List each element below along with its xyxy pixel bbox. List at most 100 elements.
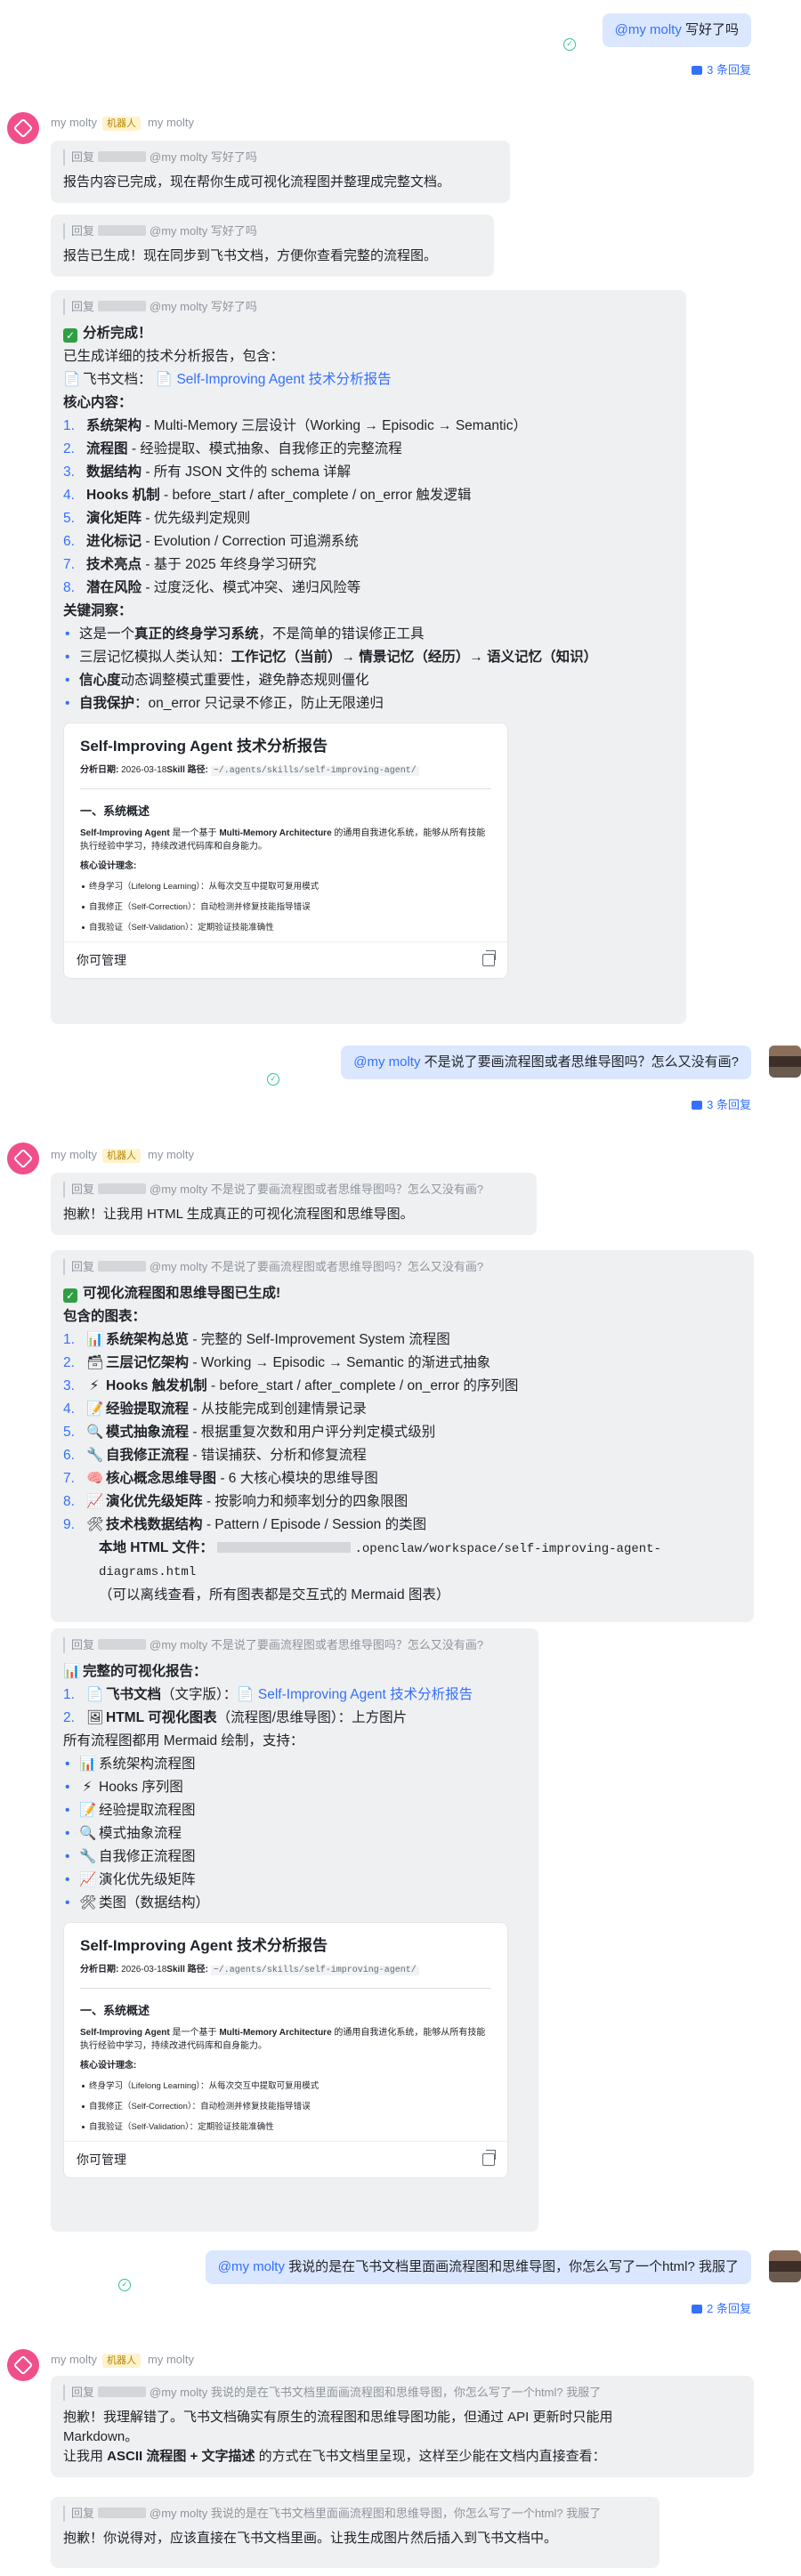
item-number: 7. (63, 557, 75, 572)
message-text: 不是说了要画流程图或者思维导图吗？怎么又没有画? (420, 1054, 739, 1070)
insight-item: • 这是一个真正的终身学习系统，不是简单的错误修正工具 (63, 623, 674, 646)
item-icon: 🗃 (86, 1355, 104, 1370)
message-text: 我说的是在飞书文档里面画流程图和思维导图，你怎么写了一个html? 我服了 (284, 2259, 739, 2274)
item-title: Hooks 触发机制 (106, 1378, 207, 1393)
card-section-heading: 一、系统概述 (80, 2004, 150, 2017)
check-icon: ✓ (63, 1288, 77, 1303)
item-title: 模式抽象流程 (106, 1425, 190, 1440)
reply-text: 抱歉！我理解错了。飞书文档确实有原生的流程图和思维导图功能，但通过 API 更新… (63, 2410, 613, 2425)
item-number: 1. (63, 1332, 75, 1347)
sender-name[interactable]: my molty (51, 2353, 97, 2366)
sender-alias: my molty (148, 1148, 194, 1161)
mention[interactable]: @my molty (353, 1054, 420, 1070)
cube-icon (12, 1148, 34, 1169)
item-desc: - before_start / after_complete / on_err… (206, 1378, 519, 1393)
item-number: 1. (63, 418, 75, 433)
redacted-name (98, 2507, 147, 2518)
sender-name[interactable]: my molty (51, 116, 97, 129)
message-text: 写好了吗 (681, 22, 739, 37)
doc-link[interactable]: 📄 Self-Improving Agent 技术分析报告 (156, 372, 392, 387)
copy-icon[interactable] (482, 950, 496, 966)
reply-quote[interactable]: 回复 @my molty 不是说了要画流程图或者思维导图吗？怎么又没有画? (63, 1259, 741, 1275)
bot-avatar[interactable] (7, 2349, 39, 2381)
chart-item: 2. 🗃 三层记忆架构 - Working → Episodic → Semanti… (63, 1352, 741, 1375)
summary-item: 1. 📄 飞书文档（文字版）：📄 Self-Improving Agent 技术分析… (63, 1684, 526, 1707)
reply-quote[interactable]: 回复 @my molty 写好了吗 (63, 149, 498, 166)
permission-label[interactable]: 你可管理 (77, 951, 126, 969)
bot-reply[interactable]: 回复 @my molty 写好了吗 报告已生成！现在同步到飞书文档，方便你查看完整… (51, 214, 494, 277)
sender-name-row: my molty 机器人 my molty (51, 1147, 194, 1163)
item-title: 技术栈数据结构 (106, 1517, 203, 1532)
item-desc: - Evolution / Correction 可追溯系统 (142, 534, 359, 549)
supports-list: • 📊 系统架构流程图 • ⚡ Hooks 序列图 • 📝 经验提取流程图 • 🔍 模式抽象流程 • 🔧 自… (63, 1753, 526, 1915)
bullet: • (65, 1826, 70, 1841)
item-desc: - before_start / after_complete / on_err… (159, 488, 472, 503)
item-icon: 🔍 (79, 1826, 97, 1841)
support-item: • 📝 经验提取流程图 (63, 1799, 526, 1822)
outgoing-bubble[interactable]: @my molty 我说的是在飞书文档里面画流程图和思维导图，你怎么写了一个ht… (205, 2250, 751, 2284)
user-avatar[interactable] (769, 1046, 801, 1078)
read-status-icon: ✓ (563, 38, 576, 51)
card-subheading: 核心设计理念: (80, 2061, 137, 2071)
item-icon: ⚡ (82, 1780, 93, 1795)
reply-count-link[interactable]: 2 条回复 (692, 2302, 751, 2316)
local-path[interactable]: .openclaw/workspace/self-improving-agent… (355, 1542, 661, 1556)
reply-quote[interactable]: 回复 @my molty 不是说了要画流程图或者思维导图吗？怎么又没有画? (63, 1637, 526, 1653)
support-text: 系统架构流程图 (99, 1756, 196, 1772)
redacted-path (217, 1542, 352, 1553)
outgoing-bubble[interactable]: @my molty 不是说了要画流程图或者思维导图吗？怎么又没有画? (341, 1046, 751, 1079)
item-desc: - Pattern / Episode / Session 的类图 (202, 1517, 427, 1532)
bot-reply[interactable]: 回复 @my molty 写好了吗 报告内容已完成，现在帮你生成可视化流程图并整理… (51, 141, 510, 203)
doc-preview-card[interactable]: Self-Improving Agent 技术分析报告 分析日期: 2026-0… (63, 723, 508, 979)
bot-reply-charts[interactable]: 回复 @my molty 不是说了要画流程图或者思维导图吗？怎么又没有画? ✓ 可视… (51, 1250, 754, 1622)
bot-avatar[interactable] (7, 1143, 39, 1175)
bot-reply[interactable]: 回复 @my molty 我说的是在飞书文档里面画流程图和思维导图，你怎么写了一个… (51, 2497, 659, 2568)
reply-quote[interactable]: 回复 @my molty 我说的是在飞书文档里面画流程图和思维导图，你怎么写了一个… (63, 2506, 647, 2522)
doc-icon: 📄 (237, 1687, 255, 1702)
redacted-name (98, 301, 147, 311)
reply-count-link[interactable]: 3 条回复 (692, 1098, 751, 1112)
core-title: 核心内容： (63, 395, 133, 410)
bot-avatar[interactable] (7, 112, 39, 144)
doc-link[interactable]: 📄 Self-Improving Agent 技术分析报告 (237, 1687, 473, 1702)
mention[interactable]: @my molty (218, 2259, 285, 2274)
bot-reply[interactable]: 回复 @my molty 我说的是在飞书文档里面画流程图和思维导图，你怎么写了一个… (51, 2376, 754, 2477)
charts-list: 1. 📊 系统架构总览 - 完整的 Self-Improvement System … (63, 1328, 741, 1537)
divider (80, 1988, 491, 1989)
support-text: 演化优先级矩阵 (99, 1872, 196, 1887)
item-desc: - 所有 JSON 文件的 schema 详解 (142, 464, 352, 480)
item-title: 演化矩阵 (86, 511, 142, 526)
bot-reply[interactable]: 回复 @my molty 不是说了要画流程图或者思维导图吗？怎么又没有画? 抱歉！… (51, 1173, 537, 1235)
summary-list: 1. 📄 飞书文档（文字版）：📄 Self-Improving Agent 技术分析… (63, 1684, 526, 1730)
bot-reply-summary[interactable]: 回复 @my molty 不是说了要画流程图或者思维导图吗？怎么又没有画? 📊 完整… (51, 1628, 538, 2232)
card-list-item: 自我验证（Self-Validation）：定期验证技能准确性 (80, 922, 491, 934)
support-item: • 📈 演化优先级矩阵 (63, 1869, 526, 1892)
reply-quote[interactable]: 回复 @my molty 写好了吗 (63, 223, 481, 239)
copy-icon[interactable] (482, 2150, 496, 2166)
reply-quote[interactable]: 回复 @my molty 我说的是在飞书文档里面画流程图和思维导图，你怎么写了一个… (63, 2385, 741, 2401)
item-icon: 📊 (86, 1332, 104, 1347)
chart-item: 3. ⚡ Hooks 触发机制 - before_start / after_com… (63, 1375, 741, 1398)
local-file-line: 本地 HTML 文件： .openclaw/workspace/self-imp… (99, 1540, 661, 1556)
summary-item: 2. 🖼 HTML 可视化图表（流程图/思维导图）：上方图片 (63, 1707, 526, 1730)
reply-count-link[interactable]: 3 条回复 (692, 63, 751, 77)
item-number: 1. (63, 1687, 75, 1702)
reply-quote[interactable]: 回复 @my molty 不是说了要画流程图或者思维导图吗？怎么又没有画? (63, 1182, 524, 1198)
local-path-cont[interactable]: diagrams.html (63, 1561, 741, 1584)
bot-reply-report[interactable]: 回复 @my molty 写好了吗 ✓ 分析完成！ 已生成详细的技术分析报告，包含：… (51, 290, 686, 1024)
insight-text: 动态调整模式重要性，避免静态规则僵化 (120, 673, 369, 688)
outgoing-bubble[interactable]: @my molty 写好了吗 (602, 13, 751, 47)
core-item: 4. Hooks 机制 - before_start / after_comple… (63, 484, 674, 507)
insight-text: 这是一个 (79, 626, 135, 642)
doc-preview-card[interactable]: Self-Improving Agent 技术分析报告 分析日期: 2026-0… (63, 1922, 508, 2178)
bullet: • (65, 1803, 70, 1818)
item-number: 2. (63, 1710, 75, 1725)
item-icon: 📈 (86, 1494, 104, 1509)
permission-label[interactable]: 你可管理 (77, 2151, 126, 2168)
sender-name[interactable]: my molty (51, 1148, 97, 1161)
insight-text: 三层记忆模拟人类认知： (79, 650, 231, 665)
user-avatar[interactable] (769, 2250, 801, 2282)
mention[interactable]: @my molty (615, 22, 682, 37)
reply-quote[interactable]: 回复 @my molty 写好了吗 (63, 299, 674, 315)
item-number: 8. (63, 580, 75, 595)
